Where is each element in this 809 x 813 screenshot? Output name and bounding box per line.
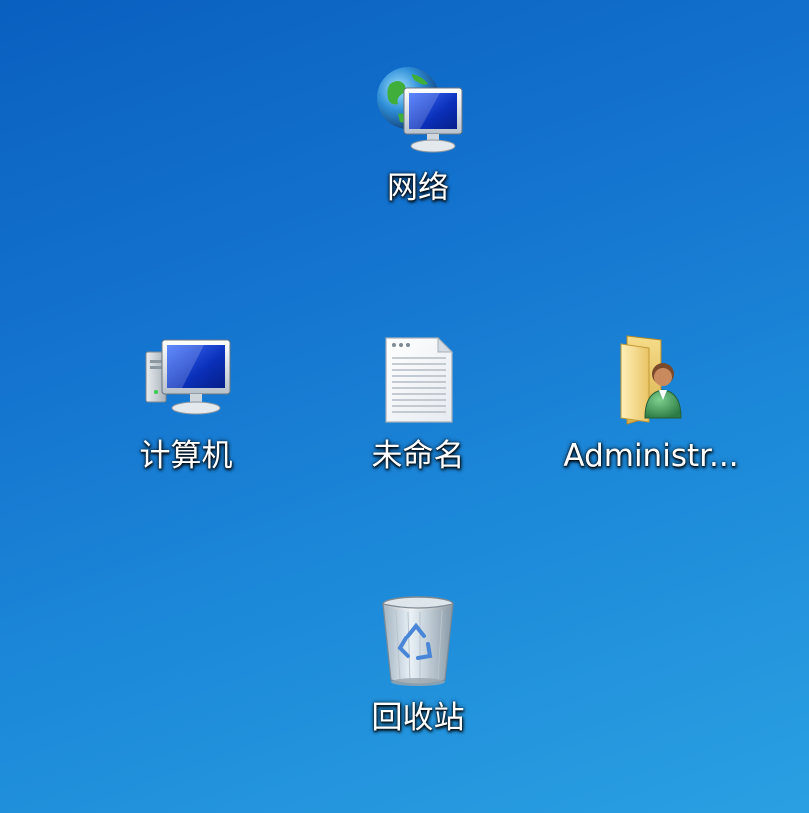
desktop-icon-recycle-bin[interactable]: 回收站 <box>313 592 523 736</box>
desktop-icon-label: Administr... <box>563 438 739 474</box>
desktop-icon-user-folder[interactable]: Administr... <box>546 330 756 474</box>
desktop-icon-network[interactable]: 网络 <box>313 62 523 206</box>
desktop-icon-label: 网络 <box>387 170 449 206</box>
recycle-bin-icon <box>368 592 468 692</box>
desktop-icon-label: 计算机 <box>139 438 233 474</box>
desktop: 网络 计算机 未命名 Administr... 回收站 <box>0 0 809 813</box>
computer-icon <box>136 330 236 430</box>
desktop-icon-text-file[interactable]: 未命名 <box>313 330 523 474</box>
user-folder-icon <box>601 330 701 430</box>
desktop-icon-label: 未命名 <box>371 438 465 474</box>
network-icon <box>368 62 468 162</box>
desktop-icon-computer[interactable]: 计算机 <box>81 330 291 474</box>
text-file-icon <box>368 330 468 430</box>
desktop-icon-label: 回收站 <box>371 700 465 736</box>
